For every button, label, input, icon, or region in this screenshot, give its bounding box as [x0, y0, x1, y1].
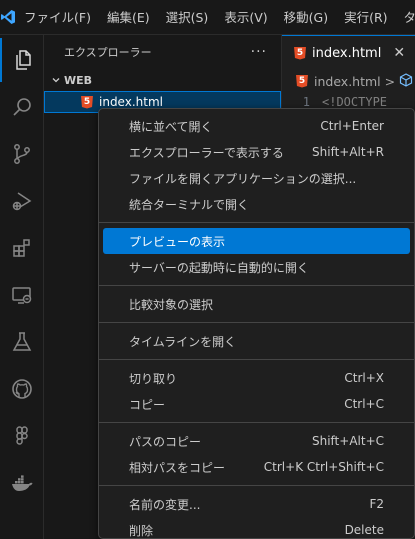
menu-separator — [99, 222, 414, 223]
menu-separator — [99, 285, 414, 286]
menu-separator — [99, 359, 414, 360]
tab-label: index.html — [312, 45, 382, 61]
menu-item-label: サーバーの起動時に自動的に開く — [129, 260, 309, 275]
menu-bar: ファイル(F) 編集(E) 選択(S) 表示(V) 移動(G) 実行(R) ター — [16, 0, 415, 35]
breadcrumb-separator: > — [384, 73, 396, 89]
context-menu-item[interactable]: 相対パスをコピー Ctrl+K Ctrl+Shift+C — [103, 454, 410, 480]
file-name: index.html — [99, 95, 163, 109]
title-bar: ファイル(F) 編集(E) 選択(S) 表示(V) 移動(G) 実行(R) ター — [0, 0, 415, 35]
run-debug-icon[interactable] — [0, 179, 44, 223]
context-menu-item[interactable]: ファイルを開くアプリケーションの選択... — [103, 165, 410, 191]
context-menu-item[interactable]: プレビューの表示 — [103, 228, 410, 254]
source-control-icon[interactable] — [0, 132, 44, 176]
menu-item-shortcut: Ctrl+X — [344, 371, 384, 385]
context-menu-item[interactable]: エクスプローラーで表示する Shift+Alt+R — [103, 139, 410, 165]
menu-selection[interactable]: 選択(S) — [158, 0, 217, 35]
menu-edit[interactable]: 編集(E) — [99, 0, 158, 35]
breadcrumb: 5 index.html > — [282, 70, 415, 92]
breadcrumb-file[interactable]: index.html — [314, 74, 381, 89]
menu-item-label: プレビューの表示 — [129, 234, 226, 249]
extensions-icon[interactable] — [0, 226, 44, 270]
chevron-down-icon — [48, 75, 64, 85]
context-menu: 横に並べて開く Ctrl+Enter エクスプローラーで表示する Shift+Alt+… — [98, 108, 415, 539]
menu-item-label: 切り取り — [129, 371, 178, 386]
symbol-cube-icon[interactable] — [399, 72, 413, 90]
context-menu-item[interactable]: 比較対象の選択 — [103, 291, 410, 317]
context-menu-item[interactable]: 削除 Delete — [103, 517, 410, 538]
html-file-icon: 5 — [81, 95, 93, 109]
context-menu-item[interactable]: 名前の変更... F2 — [103, 491, 410, 517]
menu-go[interactable]: 移動(G) — [276, 0, 336, 35]
html-file-icon: 5 — [294, 46, 306, 60]
menu-item-shortcut: F2 — [369, 497, 384, 511]
menu-item-label: 横に並べて開く — [129, 119, 213, 134]
close-icon[interactable]: ✕ — [393, 45, 405, 61]
line-number: 1 — [302, 94, 310, 109]
menu-item-label: 名前の変更... — [129, 497, 201, 512]
menu-view[interactable]: 表示(V) — [216, 0, 275, 35]
testing-icon[interactable] — [0, 320, 44, 364]
activity-bar — [0, 35, 44, 539]
menu-item-label: 相対パスをコピー — [129, 460, 226, 475]
vscode-logo-icon — [0, 0, 16, 35]
context-menu-item[interactable]: 切り取り Ctrl+X — [103, 365, 410, 391]
menu-item-shortcut: Ctrl+K Ctrl+Shift+C — [263, 460, 384, 474]
menu-separator — [99, 485, 414, 486]
tab-bar: 5 index.html ✕ — [282, 35, 415, 70]
tab-index-html[interactable]: 5 index.html ✕ — [282, 35, 415, 70]
menu-item-label: タイムラインを開く — [129, 334, 237, 349]
menu-item-shortcut: Shift+Alt+C — [311, 434, 384, 448]
workspace-name: WEB — [64, 73, 93, 87]
context-menu-item[interactable]: コピー Ctrl+C — [103, 391, 410, 417]
menu-item-shortcut: Shift+Alt+R — [312, 145, 384, 159]
explorer-icon[interactable] — [0, 38, 44, 82]
menu-item-label: 削除 — [129, 523, 154, 538]
context-menu-item[interactable]: パスのコピー Shift+Alt+C — [103, 428, 410, 454]
menu-item-label: 比較対象の選択 — [129, 297, 214, 312]
menu-separator — [99, 322, 414, 323]
docker-icon[interactable] — [0, 461, 44, 505]
menu-terminal[interactable]: ター — [396, 0, 415, 35]
menu-item-label: ファイルを開くアプリケーションの選択... — [129, 171, 357, 186]
menu-item-label: コピー — [129, 397, 166, 412]
explorer-title: エクスプローラー — [64, 46, 152, 59]
menu-run[interactable]: 実行(R) — [336, 0, 395, 35]
figma-icon[interactable] — [0, 414, 44, 458]
menu-item-shortcut: Delete — [344, 523, 384, 537]
menu-separator — [99, 422, 414, 423]
menu-file[interactable]: ファイル(F) — [16, 0, 99, 35]
context-menu-item[interactable]: サーバーの起動時に自動的に開く — [103, 254, 410, 280]
code-text: <!DOCTYPE — [322, 94, 388, 109]
menu-item-shortcut: Ctrl+Enter — [320, 119, 384, 133]
explorer-header: エクスプローラー ··· — [44, 35, 281, 69]
menu-item-label: エクスプローラーで表示する — [129, 145, 284, 160]
menu-item-shortcut: Ctrl+C — [344, 397, 384, 411]
workspace-section-header[interactable]: WEB — [44, 69, 281, 91]
remote-explorer-icon[interactable] — [0, 273, 44, 317]
context-menu-item[interactable]: 横に並べて開く Ctrl+Enter — [103, 113, 410, 139]
github-icon[interactable] — [0, 367, 44, 411]
context-menu-item[interactable]: 統合ターミナルで開く — [103, 191, 410, 217]
context-menu-item[interactable]: タイムラインを開く — [103, 328, 410, 354]
search-icon[interactable] — [0, 85, 44, 129]
more-actions-icon[interactable]: ··· — [251, 44, 267, 60]
menu-item-label: パスのコピー — [129, 434, 202, 449]
menu-item-label: 統合ターミナルで開く — [129, 197, 250, 212]
html-file-icon: 5 — [296, 74, 308, 88]
